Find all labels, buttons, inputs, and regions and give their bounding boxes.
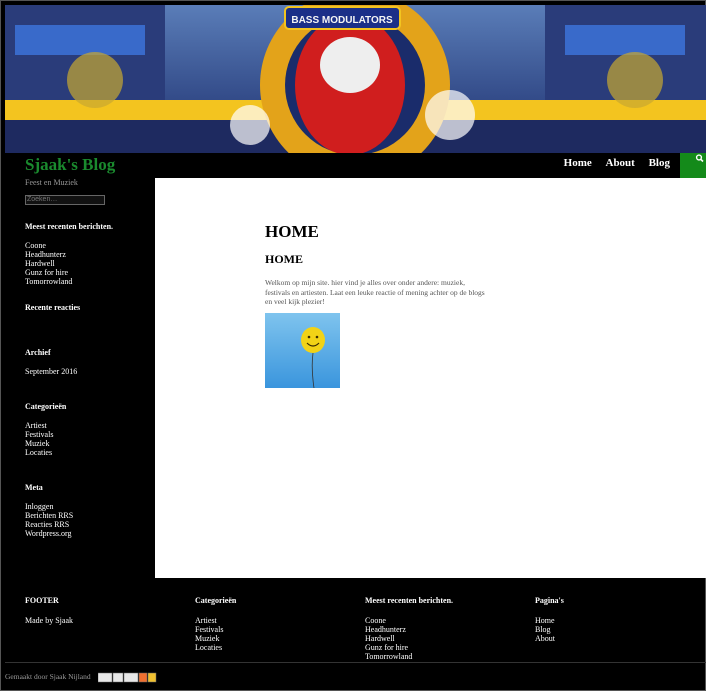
- widget-title: Meest recenten berichten.: [25, 222, 114, 231]
- post-title: HOME: [265, 252, 303, 266]
- category-link-festivals[interactable]: Festivals: [25, 430, 150, 439]
- sidebar-link-headhunterz[interactable]: Headhunterz: [25, 250, 150, 259]
- footer-divider: [5, 662, 706, 663]
- category-link-muziek[interactable]: Muziek: [25, 439, 150, 448]
- footer-link[interactable]: Muziek: [195, 634, 236, 643]
- category-link-locaties[interactable]: Locaties: [25, 448, 150, 457]
- footer-link[interactable]: Blog: [535, 625, 564, 634]
- footer-title: Pagina's: [535, 596, 564, 605]
- footer-link[interactable]: Hardwell: [365, 634, 453, 643]
- top-navigation-bar: Sjaak's Blog Home About Blog: [5, 153, 706, 178]
- site-title[interactable]: Sjaak's Blog: [25, 155, 115, 175]
- footer-link[interactable]: Locaties: [195, 643, 236, 652]
- header-sign-text: BASS MODULATORS: [291, 15, 393, 26]
- search-button[interactable]: [680, 153, 706, 178]
- main-content: HOME HOME Welkom op mijn site. hier vind…: [155, 178, 706, 578]
- footer-text: Made by Sjaak: [25, 616, 73, 625]
- nav-blog[interactable]: Blog: [649, 157, 670, 169]
- sidebar-link-gunz[interactable]: Gunz for hire: [25, 268, 150, 277]
- footer-link[interactable]: Artiest: [195, 616, 236, 625]
- validator-badges[interactable]: [97, 670, 158, 683]
- site-tagline: Feest en Muziek: [25, 178, 78, 187]
- footer-link[interactable]: Tomorrowland: [365, 652, 453, 661]
- credits-text: Gemaakt door Sjaak Nijland: [5, 672, 91, 681]
- nav-home[interactable]: Home: [564, 157, 592, 169]
- widget-title: Archief: [25, 348, 51, 357]
- widget-recent-comments: Recente reacties: [25, 303, 150, 312]
- widget-recent-posts: Meest recenten berichten. Coone Headhunt…: [25, 222, 150, 286]
- widget-title: Recente reacties: [25, 303, 81, 312]
- header-image: BASS MODULATORS: [5, 5, 706, 153]
- footer-col-recent: Meest recenten berichten. Coone Headhunt…: [365, 596, 453, 661]
- nav-about[interactable]: About: [606, 157, 635, 169]
- sidebar-link-coone[interactable]: Coone: [25, 241, 150, 250]
- footer-link[interactable]: Headhunterz: [365, 625, 453, 634]
- meta-link-posts-rss[interactable]: Berichten RRS: [25, 511, 150, 520]
- footer-col-categories: Categorieën Artiest Festivals Muziek Loc…: [195, 596, 236, 652]
- meta-link-wordpress[interactable]: Wordpress.org: [25, 529, 150, 538]
- footer-title: Categorieën: [195, 596, 237, 605]
- search-icon: [695, 154, 704, 163]
- sidebar-link-hardwell[interactable]: Hardwell: [25, 259, 150, 268]
- footer-title: Meest recenten berichten.: [365, 596, 454, 605]
- main-nav: Home About Blog: [553, 157, 670, 169]
- page-title: HOME: [265, 222, 319, 241]
- widget-categories: Categorieën Artiest Festivals Muziek Loc…: [25, 402, 150, 457]
- category-link-artiest[interactable]: Artiest: [25, 421, 150, 430]
- smiley-balloon-image: [265, 313, 340, 389]
- widget-title: Meta: [25, 483, 43, 492]
- sidebar-link-tomorrowland[interactable]: Tomorrowland: [25, 277, 150, 286]
- meta-link-login[interactable]: Inloggen: [25, 502, 150, 511]
- widget-archive: Archief September 2016: [25, 348, 150, 376]
- post-body: Welkom op mijn site. hier vind je alles …: [265, 278, 485, 306]
- search-input[interactable]: [25, 195, 105, 205]
- footer-link[interactable]: Festivals: [195, 625, 236, 634]
- footer-col-1: FOOTER Made by Sjaak: [25, 596, 73, 625]
- widget-meta: Meta Inloggen Berichten RRS Reacties RRS…: [25, 483, 150, 538]
- footer-col-pages: Pagina's Home Blog About: [535, 596, 564, 643]
- footer-link[interactable]: About: [535, 634, 564, 643]
- archive-link[interactable]: September 2016: [25, 367, 150, 376]
- footer-link[interactable]: Home: [535, 616, 564, 625]
- footer-link[interactable]: Gunz for hire: [365, 643, 453, 652]
- footer-title: FOOTER: [25, 596, 59, 605]
- widget-title: Categorieën: [25, 402, 67, 411]
- footer-link[interactable]: Coone: [365, 616, 453, 625]
- badge-icons: [97, 672, 157, 683]
- meta-link-comments-rss[interactable]: Reacties RRS: [25, 520, 150, 529]
